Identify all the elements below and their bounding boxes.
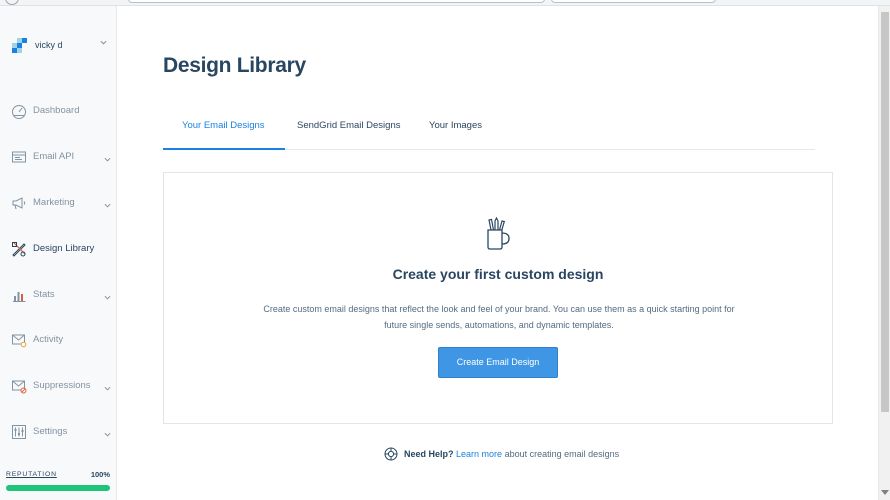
megaphone-icon bbox=[11, 195, 27, 211]
chevron-down-icon bbox=[104, 379, 111, 391]
reputation-bar-fill bbox=[6, 485, 110, 491]
sidebar-item-label: Activity bbox=[33, 334, 64, 345]
empty-state-description: Create custom email designs that reflect… bbox=[259, 302, 739, 333]
chevron-down-icon bbox=[100, 38, 107, 48]
tab-bar: Your Email Designs SendGrid Email Design… bbox=[163, 110, 815, 150]
empty-state-description-line-1: Create custom email designs that reflect… bbox=[263, 304, 735, 314]
bar-chart-icon bbox=[11, 287, 27, 303]
sidebar-item-dashboard[interactable]: Dashboard bbox=[0, 99, 116, 125]
suppression-envelope-icon bbox=[11, 378, 27, 394]
sendgrid-logo-icon bbox=[12, 38, 28, 54]
sidebar-item-label: Email API bbox=[33, 151, 75, 162]
scroll-down-arrow-icon[interactable] bbox=[881, 490, 889, 495]
chevron-down-icon bbox=[104, 150, 111, 162]
account-name: vicky d bbox=[35, 40, 63, 50]
reputation-meter: REPUTATION 100% bbox=[6, 468, 110, 498]
tab-your-email-designs[interactable]: Your Email Designs bbox=[163, 120, 285, 150]
tab-sendgrid-email-designs[interactable]: SendGrid Email Designs bbox=[297, 120, 401, 150]
activity-envelope-icon bbox=[11, 332, 27, 348]
pencil-cup-icon bbox=[482, 216, 512, 251]
browser-address-field[interactable] bbox=[128, 0, 545, 3]
sidebar-item-label: Design Library bbox=[33, 243, 95, 254]
scrollbar-thumb[interactable] bbox=[881, 12, 889, 412]
sidebar-item-marketing[interactable]: Marketing bbox=[0, 191, 116, 217]
reputation-label[interactable]: REPUTATION bbox=[6, 471, 57, 478]
sidebar-item-suppressions[interactable]: Suppressions bbox=[0, 374, 116, 400]
reputation-bar bbox=[6, 485, 110, 491]
main-content: Design Library Your Email Designs SendGr… bbox=[118, 6, 878, 500]
browser-search-field[interactable] bbox=[551, 0, 716, 3]
sidebar: vicky d Dashboard Email API Marketing De… bbox=[0, 6, 117, 500]
page-title: Design Library bbox=[163, 54, 306, 77]
design-tools-icon bbox=[11, 241, 27, 257]
chevron-down-icon bbox=[104, 288, 111, 300]
account-switcher[interactable]: vicky d bbox=[12, 38, 112, 60]
lifebuoy-icon bbox=[384, 447, 398, 461]
help-suffix: about creating email designs bbox=[504, 449, 620, 459]
sidebar-item-label: Marketing bbox=[33, 197, 75, 208]
dashboard-gauge-icon bbox=[11, 103, 27, 119]
sidebar-item-design-library[interactable]: Design Library bbox=[0, 237, 116, 263]
help-text: Need Help? Learn more about creating ema… bbox=[404, 449, 619, 459]
email-api-window-icon bbox=[11, 149, 27, 165]
sidebar-item-label: Stats bbox=[33, 289, 55, 300]
learn-more-link[interactable]: Learn more bbox=[456, 449, 502, 459]
reputation-value: 100% bbox=[90, 470, 110, 479]
scrollbar[interactable] bbox=[878, 6, 890, 500]
chevron-down-icon bbox=[104, 425, 111, 437]
sidebar-item-stats[interactable]: Stats bbox=[0, 283, 116, 309]
settings-sliders-icon bbox=[11, 424, 27, 440]
tab-your-images[interactable]: Your Images bbox=[429, 120, 482, 150]
browser-button[interactable] bbox=[5, 0, 19, 5]
chevron-down-icon bbox=[104, 196, 111, 208]
empty-state-card: Create your first custom design Create c… bbox=[163, 172, 833, 424]
help-prefix: Need Help? bbox=[404, 449, 454, 459]
empty-state-description-line-2: future single sends, automations, and dy… bbox=[384, 319, 614, 330]
create-email-design-button[interactable]: Create Email Design bbox=[438, 347, 558, 378]
sidebar-item-activity[interactable]: Activity bbox=[0, 328, 116, 354]
sidebar-item-email-api[interactable]: Email API bbox=[0, 145, 116, 171]
sidebar-item-settings[interactable]: Settings bbox=[0, 420, 116, 446]
sidebar-item-label: Suppressions bbox=[33, 380, 91, 391]
sidebar-item-label: Dashboard bbox=[33, 105, 80, 116]
sidebar-item-label: Settings bbox=[33, 426, 68, 437]
empty-state-title: Create your first custom design bbox=[392, 266, 604, 282]
